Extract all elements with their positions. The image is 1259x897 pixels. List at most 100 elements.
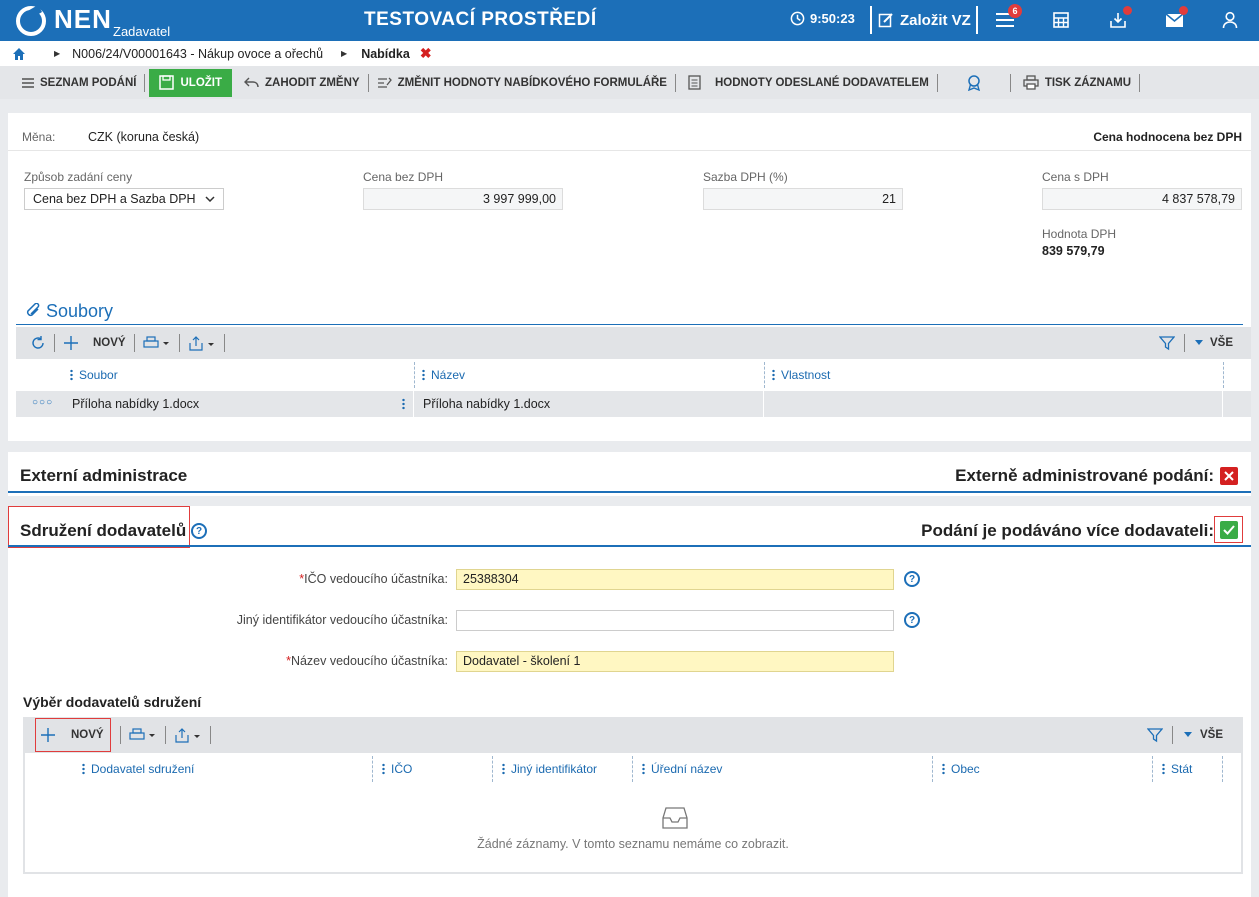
close-tab-icon[interactable]: ✖ bbox=[420, 45, 432, 62]
column-menu-icon[interactable] bbox=[772, 369, 775, 381]
empty-state-message: Žádné záznamy. V tomto seznamu nemáme co… bbox=[477, 837, 789, 851]
help-icon[interactable]: ? bbox=[904, 571, 920, 587]
column-menu-icon[interactable] bbox=[70, 369, 73, 381]
paperclip-icon bbox=[26, 303, 40, 317]
messages-button[interactable] bbox=[1161, 6, 1188, 32]
files-new-button[interactable]: NOVÝ bbox=[93, 337, 126, 349]
suppliers-section-title: Výběr dodavatelů sdružení bbox=[23, 694, 202, 710]
external-admin-checkbox[interactable] bbox=[1220, 467, 1238, 485]
create-tender-button[interactable]: Založit VZ bbox=[870, 6, 971, 34]
column-divider bbox=[1223, 362, 1224, 388]
messages-dot bbox=[1179, 6, 1188, 15]
breadcrumb-current: Nabídka bbox=[361, 46, 410, 61]
breadcrumb-arrow-icon: ▶ bbox=[54, 49, 61, 58]
empty-inbox-icon bbox=[662, 807, 688, 829]
column-menu-icon[interactable] bbox=[422, 369, 425, 381]
suppliers-grid: Dodavatel sdružení IČO Jiný identifikáto… bbox=[23, 753, 1243, 874]
caret-down-icon[interactable] bbox=[1194, 340, 1204, 346]
filter-icon[interactable] bbox=[1159, 335, 1175, 351]
column-header-file[interactable]: Soubor bbox=[70, 359, 118, 391]
filter-icon[interactable] bbox=[1147, 727, 1163, 743]
toolbar-separator bbox=[1139, 73, 1141, 92]
leader-ico-label-text: IČO vedoucího účastníka: bbox=[304, 572, 448, 586]
change-form-values-label: ZMĚNIT HODNOTY NABÍDKOVÉHO FORMULÁŘE bbox=[397, 76, 667, 89]
row-file-cell[interactable]: Příloha nabídky 1.docx bbox=[72, 397, 199, 411]
tasks-menu-button[interactable]: 6 bbox=[992, 4, 1022, 32]
consortium-checkbox[interactable] bbox=[1220, 521, 1238, 539]
print-menu-icon[interactable] bbox=[142, 336, 171, 350]
chevron-down-icon bbox=[205, 196, 215, 202]
leader-other-id-input[interactable] bbox=[456, 610, 894, 631]
column-header-other-id[interactable]: Jiný identifikátor bbox=[502, 753, 597, 785]
export-menu-icon[interactable] bbox=[188, 335, 216, 351]
column-header-official-name[interactable]: Úřední název bbox=[642, 753, 722, 785]
inbox-dot bbox=[1123, 6, 1132, 15]
column-menu-icon[interactable] bbox=[1162, 763, 1165, 775]
column-header-label: IČO bbox=[391, 762, 413, 776]
row-actions-icon[interactable]: ○○○ bbox=[32, 397, 53, 408]
home-icon[interactable] bbox=[12, 47, 26, 61]
column-header-consortium-supplier[interactable]: Dodavatel sdružení bbox=[82, 753, 194, 785]
table-row[interactable]: ○○○ Příloha nabídky 1.docx Příloha nabíd… bbox=[16, 391, 1251, 417]
discard-changes-button[interactable]: ZAHODIT ZMĚNY bbox=[236, 66, 368, 99]
files-show-all-button[interactable]: VŠE bbox=[1210, 337, 1233, 349]
column-menu-icon[interactable] bbox=[942, 763, 945, 775]
certificate-button[interactable] bbox=[938, 66, 1010, 99]
print-menu-icon[interactable] bbox=[128, 728, 157, 742]
row-menu-icon[interactable] bbox=[402, 398, 405, 410]
leader-name-input[interactable]: Dodavatel - školení 1 bbox=[456, 651, 894, 672]
column-header-ico[interactable]: IČO bbox=[382, 753, 412, 785]
gross-price-field[interactable]: 4 837 578,79 bbox=[1042, 188, 1242, 210]
export-menu-icon[interactable] bbox=[174, 727, 202, 743]
toolbar-separator bbox=[119, 726, 121, 744]
vat-amount-value: 839 579,79 bbox=[1042, 244, 1105, 258]
price-mode-select[interactable]: Cena bez DPH a Sazba DPH bbox=[24, 188, 224, 210]
column-header-name-label: Název bbox=[431, 368, 466, 382]
calculator-button[interactable] bbox=[1048, 8, 1074, 32]
submission-list-button[interactable]: SEZNAM PODÁNÍ bbox=[0, 66, 144, 99]
column-header-name[interactable]: Název bbox=[422, 359, 465, 391]
supplier-sent-values-button[interactable]: HODNOTY ODESLANÉ DODAVATELEM bbox=[676, 66, 937, 99]
role-label: Zadavatel bbox=[113, 24, 171, 39]
brand-name[interactable]: NEN bbox=[54, 4, 112, 35]
column-menu-icon[interactable] bbox=[82, 763, 85, 775]
price-panel: Měna: CZK (koruna česká) Cena hodnocena … bbox=[8, 113, 1251, 441]
column-menu-icon[interactable] bbox=[382, 763, 385, 775]
column-divider bbox=[492, 756, 493, 782]
print-record-button[interactable]: TISK ZÁZNAMU bbox=[1011, 66, 1139, 99]
column-menu-icon[interactable] bbox=[502, 763, 505, 775]
nen-logo-icon[interactable] bbox=[16, 6, 46, 36]
column-header-property[interactable]: Vlastnost bbox=[772, 359, 830, 391]
breadcrumb: ▶ N006/24/V00001643 - Nákup ovoce a ořec… bbox=[0, 41, 1259, 66]
vat-rate-field[interactable]: 21 bbox=[703, 188, 903, 210]
help-icon[interactable]: ? bbox=[191, 523, 207, 539]
currency-value: CZK (koruna česká) bbox=[88, 130, 200, 144]
net-price-field[interactable]: 3 997 999,00 bbox=[363, 188, 563, 210]
column-divider bbox=[1222, 756, 1223, 782]
help-icon[interactable]: ? bbox=[904, 612, 920, 628]
breadcrumb-procurement-link[interactable]: N006/24/V00001643 - Nákup ovoce a ořechů bbox=[72, 47, 323, 61]
leader-ico-input[interactable]: 25388304 bbox=[456, 569, 894, 590]
refresh-icon[interactable] bbox=[30, 335, 46, 351]
column-menu-icon[interactable] bbox=[642, 763, 645, 775]
external-admin-panel: Externí administrace Externě administrov… bbox=[8, 452, 1251, 496]
consortium-flag-label: Podání je podáváno více dodavateli: bbox=[921, 521, 1214, 540]
change-form-values-button[interactable]: ZMĚNIT HODNOTY NABÍDKOVÉHO FORMULÁŘE bbox=[369, 66, 675, 99]
inbox-button[interactable] bbox=[1105, 6, 1132, 32]
price-mode-value: Cena bez DPH a Sazba DPH bbox=[33, 192, 196, 206]
external-admin-flag-label: Externě administrované podání: bbox=[955, 466, 1214, 485]
user-profile-button[interactable] bbox=[1217, 8, 1243, 32]
column-header-label: Stát bbox=[1171, 762, 1193, 776]
column-header-country[interactable]: Stát bbox=[1162, 753, 1192, 785]
check-icon bbox=[1223, 525, 1235, 535]
column-header-city[interactable]: Obec bbox=[942, 753, 980, 785]
discard-changes-label: ZAHODIT ZMĚNY bbox=[265, 76, 360, 89]
row-name-cell: Příloha nabídky 1.docx bbox=[423, 397, 551, 411]
save-button[interactable]: ULOŽIT bbox=[149, 68, 233, 97]
calculator-icon bbox=[1053, 12, 1069, 28]
suppliers-show-all-button[interactable]: VŠE bbox=[1200, 729, 1223, 741]
caret-down-icon[interactable] bbox=[1183, 732, 1193, 738]
vat-amount-label: Hodnota DPH bbox=[1042, 227, 1117, 241]
plus-icon[interactable] bbox=[63, 335, 79, 351]
column-header-label: Obec bbox=[951, 762, 980, 776]
